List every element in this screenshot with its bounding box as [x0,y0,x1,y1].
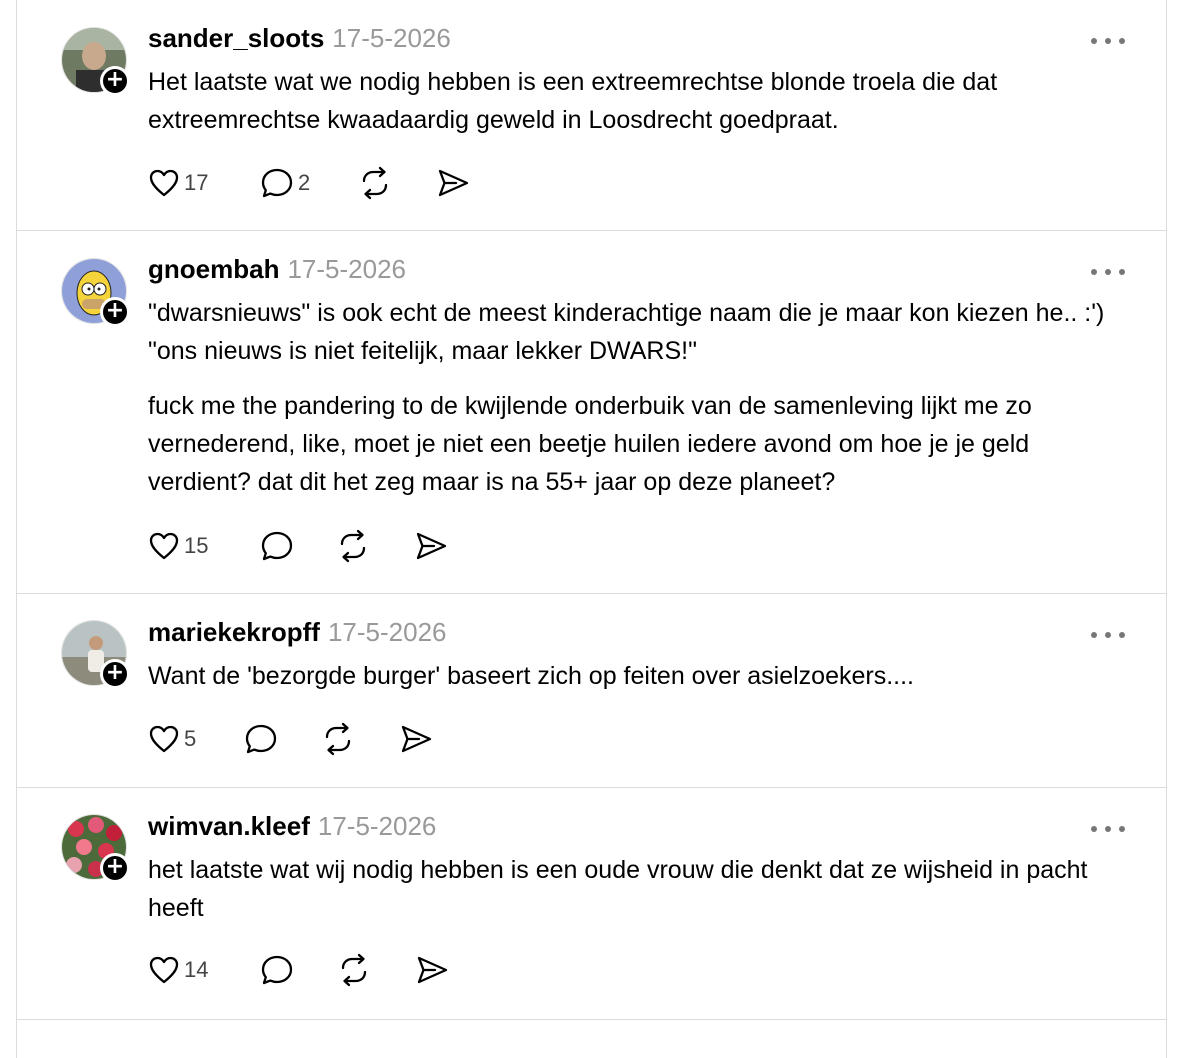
like-count: 15 [184,533,209,558]
like-button[interactable]: 15 [148,529,208,563]
share-button[interactable] [414,529,448,563]
reply-count: 2 [298,170,311,195]
like-count: 17 [184,170,209,195]
repost-button[interactable] [336,529,370,563]
like-button[interactable]: 5 [148,722,196,756]
follow-plus-icon[interactable]: + [100,659,130,689]
thread-replies: + sander_sloots 17-5-2026 Het laatste wat… [16,0,1167,1058]
share-button[interactable] [399,722,433,756]
repost-button[interactable] [321,722,355,756]
post-wimvan-kleef: + wimvan.kleef 17-5-2026 het laatste wat … [17,787,1166,1020]
repost-icon [341,953,367,987]
post-sander-sloots: + sander_sloots 17-5-2026 Het laatste wat… [17,0,1166,231]
reply-button[interactable] [260,529,298,563]
comment-icon [261,168,293,198]
follow-plus-icon[interactable]: + [100,853,130,883]
post-text: Het laatste wat we nodig hebben is een e… [148,63,1138,139]
username[interactable]: mariekekropff [148,617,320,647]
more-icon[interactable] [1088,819,1128,839]
follow-plus-icon[interactable]: + [100,66,130,96]
send-icon [438,169,469,197]
reply-button[interactable]: 2 [260,166,310,200]
send-icon [417,956,448,984]
heart-icon [149,169,179,197]
heart-icon [149,725,179,753]
like-count: 14 [184,957,209,982]
post-header: gnoembah 17-5-2026 [148,254,406,284]
post-paragraph: Het laatste wat we nodig hebben is een e… [148,68,998,134]
share-button[interactable] [436,166,470,200]
repost-button[interactable] [337,953,371,987]
avatar-container[interactable]: + [61,27,130,96]
repost-icon [340,529,366,563]
post-text: Want de 'bezorgde burger' baseert zich o… [148,657,1138,695]
timestamp[interactable]: 17-5-2026 [332,23,451,53]
avatar-container[interactable]: + [61,620,130,689]
avatar-container[interactable]: + [61,258,130,327]
comment-icon [261,955,293,985]
heart-icon [149,956,179,984]
timestamp[interactable]: 17-5-2026 [287,254,406,284]
send-icon [401,725,432,753]
more-icon[interactable] [1088,262,1128,282]
post-header: sander_sloots 17-5-2026 [148,23,451,53]
like-count: 5 [184,726,197,751]
timestamp[interactable]: 17-5-2026 [318,811,437,841]
post-paragraph: Want de 'bezorgde burger' baseert zich o… [148,662,914,690]
comment-icon [261,531,293,561]
post-actions: 15 [148,529,648,563]
post-paragraph: fuck me the pandering to de kwijlende on… [148,392,1032,496]
post-actions: 5 [148,722,648,756]
post-text: "dwarsnieuws" is ook echt de meest kinde… [148,294,1138,501]
post-actions: 14 [148,953,648,987]
post-header: mariekekropff 17-5-2026 [148,617,447,647]
more-icon[interactable] [1088,625,1128,645]
comment-icon [245,724,277,754]
post-header: wimvan.kleef 17-5-2026 [148,811,436,841]
post-paragraph: "dwarsnieuws" is ook echt de meest kinde… [148,299,1105,365]
reply-button[interactable] [260,953,298,987]
reply-button[interactable] [244,722,282,756]
send-icon [416,532,447,560]
repost-icon [362,166,388,200]
username[interactable]: wimvan.kleef [148,811,310,841]
username[interactable]: sander_sloots [148,23,324,53]
repost-icon [325,722,351,756]
heart-icon [149,532,179,560]
more-icon[interactable] [1088,31,1128,51]
post-paragraph: het laatste wat wij nodig hebben is een … [148,856,1088,922]
timestamp[interactable]: 17-5-2026 [328,617,447,647]
share-button[interactable] [415,953,449,987]
username[interactable]: gnoembah [148,254,279,284]
post-text: het laatste wat wij nodig hebben is een … [148,851,1138,927]
repost-button[interactable] [358,166,392,200]
follow-plus-icon[interactable]: + [100,297,130,327]
like-button[interactable]: 17 [148,166,208,200]
post-mariekekropff: + mariekekropff 17-5-2026 Want de 'bezorg… [17,593,1166,788]
avatar-container[interactable]: + [61,814,130,883]
like-button[interactable]: 14 [148,953,208,987]
post-gnoembah: + gnoembah 17-5-2026 "dwarsnieuws" is ook… [17,230,1166,594]
post-actions: 17 2 [148,166,648,200]
